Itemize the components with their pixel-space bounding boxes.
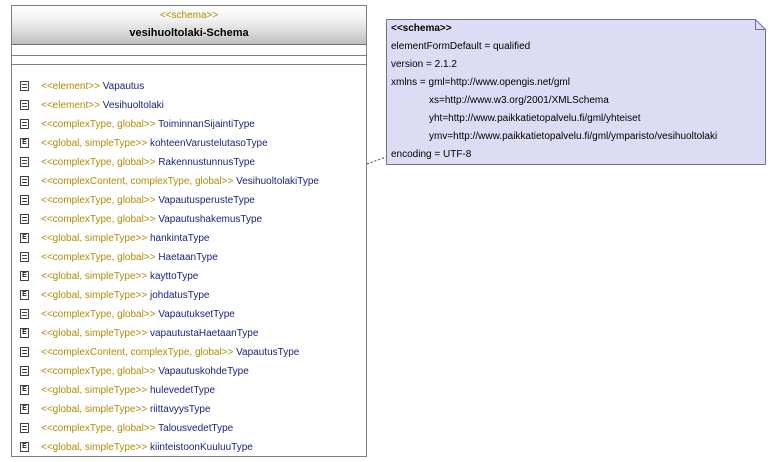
note-line: encoding = UTF-8	[391, 149, 472, 160]
note-line: xs=http://www.w3.org/2001/XMLSchema	[429, 95, 609, 106]
note-line: yht=http://www.paikkatietopalvelu.fi/gml…	[429, 113, 641, 124]
note-line: ymv=http://www.paikkatietopalvelu.fi/gml…	[429, 131, 718, 142]
note-line: xmlns = gml=http://www.opengis.net/gml	[391, 77, 570, 88]
note-title: <<schema>>	[391, 23, 452, 34]
note-line: elementFormDefault = qualified	[391, 41, 531, 52]
note-line: version = 2.1.2	[391, 59, 457, 70]
schema-note[interactable]: <<schema>> elementFormDefault = qualifie…	[386, 19, 766, 165]
